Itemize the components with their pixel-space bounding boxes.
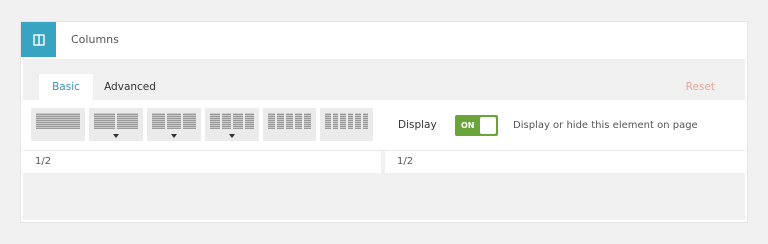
layout-column-block	[233, 113, 243, 129]
layout-button-5-col[interactable]	[263, 108, 316, 141]
layout-column-block	[304, 113, 311, 129]
display-label: Display	[398, 119, 437, 131]
display-description: Display or hide this element on page	[513, 120, 698, 131]
layout-column-block	[210, 113, 220, 129]
layout-column-block	[167, 113, 181, 129]
toggle-knob	[480, 117, 496, 134]
columns-icon	[21, 22, 56, 57]
layout-column-block	[182, 113, 196, 129]
layout-button-1-col[interactable]	[31, 108, 85, 141]
display-toggle[interactable]: ON	[455, 115, 498, 136]
chevron-down-icon	[229, 134, 235, 138]
layout-column-block	[152, 113, 166, 129]
element-settings: Basic Advanced Reset Display ON Display …	[23, 59, 745, 220]
layout-column-block	[362, 113, 368, 129]
columns-row: 1/2 1/2	[23, 151, 745, 220]
layout-button-3-col[interactable]	[147, 108, 201, 141]
chevron-down-icon	[171, 134, 177, 138]
layout-column-block	[244, 113, 254, 129]
layout-column-block	[117, 113, 138, 129]
layout-column-block	[325, 113, 331, 129]
column-drop-area[interactable]	[23, 173, 381, 220]
column-drop-area[interactable]	[385, 173, 745, 220]
layout-column-block	[286, 113, 293, 129]
tabs-bar: Basic Advanced Reset	[23, 59, 745, 100]
layout-column-block	[94, 113, 115, 129]
column-right[interactable]: 1/2	[385, 151, 745, 220]
columns-element-panel: Columns Basic Advanced Reset Display ON …	[21, 22, 747, 222]
layout-column-block	[347, 113, 353, 129]
layout-column-block	[221, 113, 231, 129]
layout-button-6-col[interactable]	[320, 108, 373, 141]
chevron-down-icon	[113, 134, 119, 138]
reset-button[interactable]: Reset	[686, 74, 715, 100]
layout-button-4-col[interactable]	[205, 108, 259, 141]
layout-toolbar: Display ON Display or hide this element …	[23, 100, 745, 151]
layout-column-block	[277, 113, 284, 129]
layout-column-block	[355, 113, 361, 129]
toggle-state-label: ON	[461, 121, 475, 130]
column-left[interactable]: 1/2	[23, 151, 381, 220]
layout-button-2-col[interactable]	[89, 108, 143, 141]
column-size-label: 1/2	[35, 156, 52, 167]
tab-advanced[interactable]: Advanced	[99, 74, 161, 100]
element-title: Columns	[71, 33, 119, 46]
layout-column-block	[36, 113, 80, 129]
layout-column-block	[340, 113, 346, 129]
layout-column-block	[332, 113, 338, 129]
tab-basic[interactable]: Basic	[39, 74, 93, 100]
layout-column-block	[295, 113, 302, 129]
element-header[interactable]: Columns	[21, 22, 747, 57]
column-size-label: 1/2	[397, 156, 414, 167]
layout-column-block	[268, 113, 275, 129]
